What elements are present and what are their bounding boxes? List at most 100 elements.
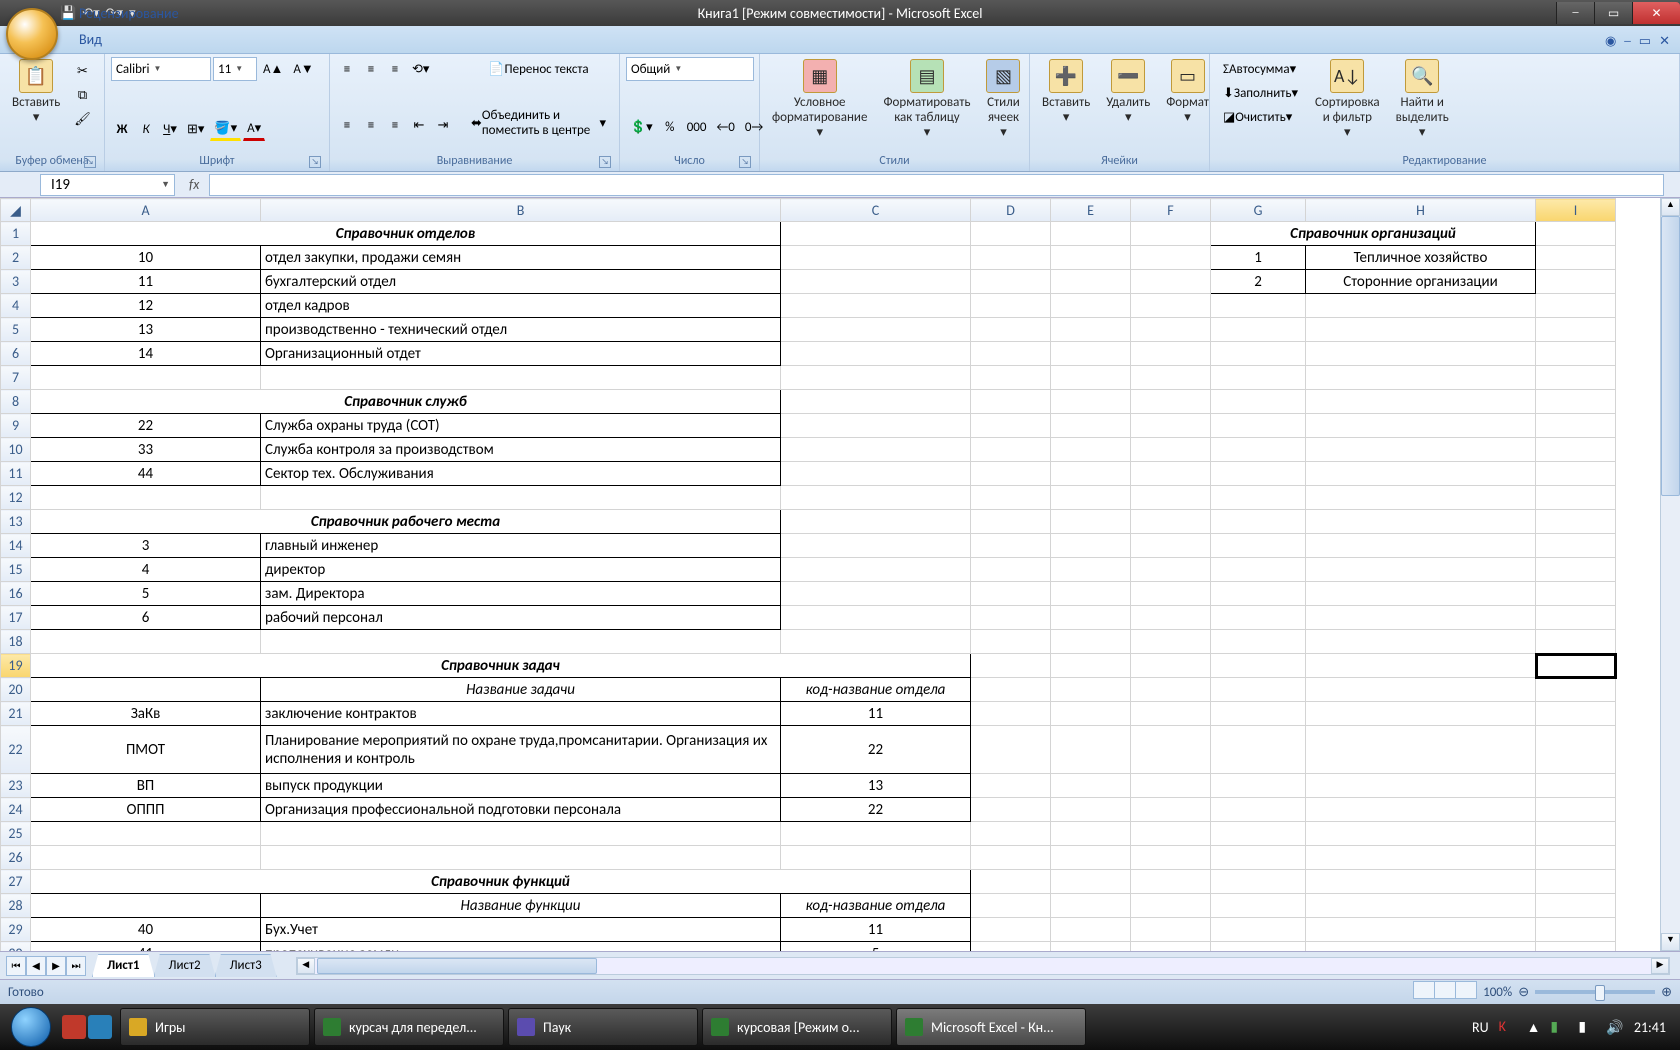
cell-D4[interactable] (971, 294, 1051, 318)
format-painter-button[interactable]: 🖌 (70, 107, 95, 131)
cell-I14[interactable] (1536, 534, 1616, 558)
cell-A29[interactable]: 40 (31, 918, 261, 942)
cell-D12[interactable] (971, 486, 1051, 510)
cell-B21[interactable]: заключение контрактов (261, 702, 781, 726)
align-left-button[interactable]: ≡ (336, 113, 358, 137)
cell-D28[interactable] (971, 894, 1051, 918)
format-as-table-button[interactable]: ▤Форматировать как таблицу▾ (877, 57, 976, 143)
office-button[interactable] (6, 8, 58, 60)
cell-E22[interactable] (1051, 726, 1131, 774)
cell-B24[interactable]: Организация профессиональной подготовки … (261, 798, 781, 822)
cell-E16[interactable] (1051, 582, 1131, 606)
cell-A18[interactable] (31, 630, 261, 654)
cell-C3[interactable] (781, 270, 971, 294)
cell-H2[interactable]: Тепличное хозяйство (1306, 246, 1536, 270)
row-header-9[interactable]: 9 (1, 414, 31, 438)
cell-B29[interactable]: Бух.Учет (261, 918, 781, 942)
cell-I15[interactable] (1536, 558, 1616, 582)
cell-G24[interactable] (1211, 798, 1306, 822)
cell-C1[interactable] (781, 222, 971, 246)
cell-A5[interactable]: 13 (31, 318, 261, 342)
cell-B5[interactable]: производственно - технический отдел (261, 318, 781, 342)
cell-G13[interactable] (1211, 510, 1306, 534)
cell-H12[interactable] (1306, 486, 1536, 510)
doc-restore-icon[interactable]: ▭ (1639, 34, 1651, 49)
cell-G25[interactable] (1211, 822, 1306, 846)
copy-button[interactable]: ⧉ (70, 83, 95, 107)
row-header-12[interactable]: 12 (1, 486, 31, 510)
cell-H25[interactable] (1306, 822, 1536, 846)
cell-I3[interactable] (1536, 270, 1616, 294)
cell-F4[interactable] (1131, 294, 1211, 318)
cell-I28[interactable] (1536, 894, 1616, 918)
cell-B3[interactable]: бухгалтерский отдел (261, 270, 781, 294)
number-launcher[interactable]: ↘ (739, 156, 751, 168)
cell-H9[interactable] (1306, 414, 1536, 438)
cell-A10[interactable]: 33 (31, 438, 261, 462)
cell-A28[interactable] (31, 894, 261, 918)
col-header-C[interactable]: C (781, 199, 971, 222)
cell-A23[interactable]: ВП (31, 774, 261, 798)
cell-H13[interactable] (1306, 510, 1536, 534)
cell-I26[interactable] (1536, 846, 1616, 870)
cell-G21[interactable] (1211, 702, 1306, 726)
cell-D24[interactable] (971, 798, 1051, 822)
font-color-button[interactable]: A▾ (243, 117, 265, 141)
cell-H3[interactable]: Сторонние организации (1306, 270, 1536, 294)
alignment-launcher[interactable]: ↘ (599, 156, 611, 168)
cell-G14[interactable] (1211, 534, 1306, 558)
fx-icon[interactable]: fx (179, 176, 209, 193)
zoom-level[interactable]: 100% (1483, 985, 1512, 1000)
increase-decimal-button[interactable]: ←0 (713, 115, 739, 139)
cell-C10[interactable] (781, 438, 971, 462)
sheet-tab-Лист3[interactable]: Лист3 (215, 954, 277, 977)
cell-E4[interactable] (1051, 294, 1131, 318)
col-header-G[interactable]: G (1211, 199, 1306, 222)
conditional-formatting-button[interactable]: ▦Условное форматирование▾ (766, 57, 873, 143)
cell-D8[interactable] (971, 390, 1051, 414)
cell-D16[interactable] (971, 582, 1051, 606)
cell-H30[interactable] (1306, 942, 1536, 952)
shrink-font-button[interactable]: A▼ (289, 57, 317, 81)
cell-E27[interactable] (1051, 870, 1131, 894)
cell-G15[interactable] (1211, 558, 1306, 582)
cell-C2[interactable] (781, 246, 971, 270)
cell-D3[interactable] (971, 270, 1051, 294)
cell-I25[interactable] (1536, 822, 1616, 846)
cell-F28[interactable] (1131, 894, 1211, 918)
cell-F3[interactable] (1131, 270, 1211, 294)
row-header-25[interactable]: 25 (1, 822, 31, 846)
cell-A25[interactable] (31, 822, 261, 846)
cell-G7[interactable] (1211, 366, 1306, 390)
row-header-18[interactable]: 18 (1, 630, 31, 654)
decrease-indent-button[interactable]: ⇤ (408, 113, 430, 137)
cell-G22[interactable] (1211, 726, 1306, 774)
cell-I17[interactable] (1536, 606, 1616, 630)
cell-F8[interactable] (1131, 390, 1211, 414)
cell-C8[interactable] (781, 390, 971, 414)
cell-E7[interactable] (1051, 366, 1131, 390)
wrap-text-button[interactable]: 📄 Перенос текста (464, 57, 613, 81)
cell-E10[interactable] (1051, 438, 1131, 462)
cell-F12[interactable] (1131, 486, 1211, 510)
grow-font-button[interactable]: A▲ (259, 57, 287, 81)
horizontal-scrollbar[interactable]: ◀▶ (296, 957, 1670, 975)
row-header-29[interactable]: 29 (1, 918, 31, 942)
cell-F29[interactable] (1131, 918, 1211, 942)
ribbon-tab-Рецензирование[interactable]: Рецензирование (65, 1, 208, 27)
cell-A21[interactable]: ЗаКв (31, 702, 261, 726)
cell-F7[interactable] (1131, 366, 1211, 390)
cell-D9[interactable] (971, 414, 1051, 438)
row-header-15[interactable]: 15 (1, 558, 31, 582)
row-header-10[interactable]: 10 (1, 438, 31, 462)
cell-I13[interactable] (1536, 510, 1616, 534)
cell-A3[interactable]: 11 (31, 270, 261, 294)
cell-H8[interactable] (1306, 390, 1536, 414)
cell-B17[interactable]: рабочий персонал (261, 606, 781, 630)
align-bottom-button[interactable]: ≡ (384, 57, 406, 81)
cell-B12[interactable] (261, 486, 781, 510)
cell-I4[interactable] (1536, 294, 1616, 318)
cell-B23[interactable]: выпуск продукции (261, 774, 781, 798)
cell-I24[interactable] (1536, 798, 1616, 822)
cell-E18[interactable] (1051, 630, 1131, 654)
